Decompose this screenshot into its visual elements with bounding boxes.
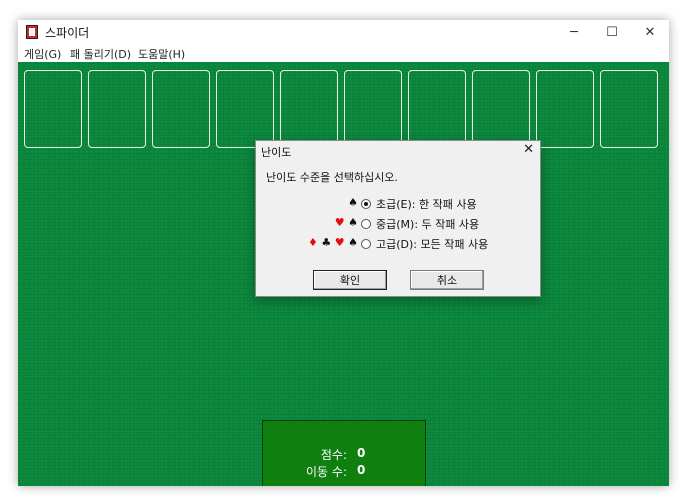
tableau-slot-9[interactable]: [536, 70, 594, 148]
radio-easy[interactable]: [361, 199, 371, 209]
tableau-slot-7[interactable]: [408, 70, 466, 148]
tableau-slot-1[interactable]: [24, 70, 82, 148]
heart-icon: ♥: [334, 236, 345, 249]
title-bar[interactable]: 스파이더 ─ ☐ ✕: [18, 20, 669, 44]
menu-game[interactable]: 게임(G): [24, 46, 61, 62]
dialog-title: 난이도: [261, 146, 292, 159]
spider-app-icon: [26, 25, 38, 39]
suit-icons: ♦ ♣ ♥ ♠: [308, 236, 358, 249]
option-label-easy[interactable]: 초급(E): 한 작패 사용: [376, 196, 477, 212]
menu-help[interactable]: 도움말(H): [138, 46, 185, 62]
tableau-slot-10[interactable]: [600, 70, 658, 148]
tableau-slot-4[interactable]: [216, 70, 274, 148]
difficulty-option-easy[interactable]: ♠ 초급(E): 한 작패 사용: [276, 196, 516, 212]
maximize-button[interactable]: ☐: [593, 20, 631, 44]
minimize-button[interactable]: ─: [555, 20, 593, 44]
option-label-hard[interactable]: 고급(D): 모든 작패 사용: [376, 236, 488, 252]
diamond-icon: ♦: [308, 236, 318, 249]
option-label-medium[interactable]: 중급(M): 두 작패 사용: [376, 216, 479, 232]
ok-button[interactable]: 확인: [313, 270, 387, 290]
close-button[interactable]: ✕: [631, 20, 669, 44]
dialog-close-icon[interactable]: ✕: [523, 142, 534, 157]
radio-hard[interactable]: [361, 239, 371, 249]
spade-icon: ♠: [348, 236, 358, 249]
club-icon: ♣: [321, 236, 332, 249]
radio-medium[interactable]: [361, 219, 371, 229]
moves-label: 이동 수:: [306, 465, 347, 479]
score-value: 0: [357, 446, 366, 460]
difficulty-dialog: 난이도 ✕ 난이도 수준을 선택하십시오. ♠ 초급(E): 한 작패 사용 ♥…: [255, 140, 541, 297]
menu-bar: 게임(G) 패 돌리기(D) 도움말(H): [18, 44, 669, 62]
dialog-prompt: 난이도 수준을 선택하십시오.: [266, 171, 398, 184]
suit-icons: ♥ ♠: [335, 216, 358, 229]
tableau-slot-5[interactable]: [280, 70, 338, 148]
tableau-slot-3[interactable]: [152, 70, 210, 148]
window-title: 스파이더: [45, 26, 90, 40]
cancel-button[interactable]: 취소: [410, 270, 484, 290]
heart-icon: ♥: [334, 216, 345, 229]
difficulty-option-medium[interactable]: ♥ ♠ 중급(M): 두 작패 사용: [276, 216, 516, 232]
tableau-slot-6[interactable]: [344, 70, 402, 148]
tableau-slot-2[interactable]: [88, 70, 146, 148]
score-panel: 점수: 0 이동 수: 0: [262, 420, 426, 486]
menu-deal[interactable]: 패 돌리기(D): [70, 46, 131, 62]
tableau-slot-8[interactable]: [472, 70, 530, 148]
spade-icon: ♠: [348, 216, 358, 229]
difficulty-option-hard[interactable]: ♦ ♣ ♥ ♠ 고급(D): 모든 작패 사용: [276, 236, 516, 252]
spade-icon: ♠: [348, 196, 358, 209]
moves-value: 0: [357, 463, 366, 477]
score-label: 점수:: [320, 448, 347, 462]
suit-icons: ♠: [348, 196, 358, 209]
